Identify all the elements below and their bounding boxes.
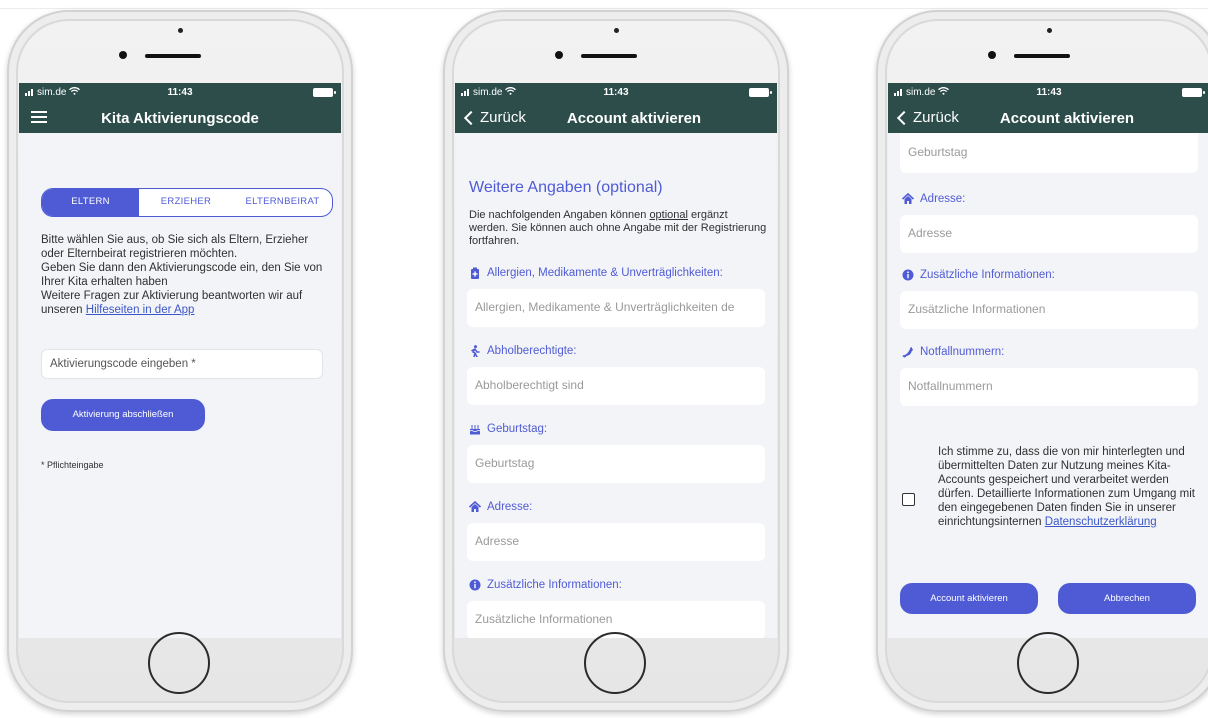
additional-info-label: Zusätzliche Informationen:: [902, 269, 1055, 281]
earpiece-speaker: [145, 54, 201, 58]
camera-icon: [1047, 28, 1052, 33]
field-label: Geburtstag:: [487, 423, 548, 435]
home-button[interactable]: [1017, 632, 1079, 694]
optional-description: Die nachfolgenden Angaben können optiona…: [469, 209, 769, 248]
field-label: Adresse:: [487, 501, 533, 513]
field-label: Abholberechtigte:: [487, 345, 577, 357]
pickup-input[interactable]: Abholberechtigt sind: [467, 367, 765, 405]
segment-eltern[interactable]: ELTERN: [42, 189, 139, 216]
finish-activation-button[interactable]: Aktivierung abschließen: [41, 399, 205, 431]
walking-person-icon: [471, 345, 480, 357]
activate-account-button[interactable]: Account aktivieren: [900, 583, 1038, 614]
allergies-input[interactable]: Allergien, Medikamente & Unverträglichke…: [467, 289, 765, 327]
clock: 11:43: [167, 87, 193, 98]
birthday-label: Geburtstag:: [469, 423, 547, 435]
clock: 11:43: [1036, 87, 1062, 98]
chevron-left-icon: [463, 110, 479, 125]
home-icon: [469, 501, 481, 512]
additional-info-input[interactable]: Zusätzliche Informationen: [900, 291, 1198, 329]
phone-screen: sim.de 11:43 Zurück Account aktivieren G…: [888, 83, 1208, 638]
page-title: Kita Aktivierungscode: [101, 109, 259, 127]
allergies-label: Allergien, Medikamente & Unverträglichke…: [469, 267, 723, 279]
nav-bar: Kita Aktivierungscode: [19, 103, 341, 133]
phone-frame: sim.de 11:43 Zurück Account aktivieren W…: [443, 10, 789, 712]
consent-checkbox[interactable]: [902, 493, 915, 506]
segment-elternbeirat[interactable]: ELTERNBEIRAT: [233, 189, 332, 216]
desc-optional: optional: [649, 209, 688, 221]
earpiece-speaker: [1014, 54, 1070, 58]
front-sensor: [988, 51, 996, 59]
address-input[interactable]: Adresse: [467, 523, 765, 561]
battery-icon: [1182, 88, 1205, 97]
instruction-line: Geben Sie dann den Aktivierungscode ein,…: [41, 262, 323, 288]
instructions-text: Bitte wählen Sie aus, ob Sie sich als El…: [41, 233, 333, 317]
birthday-input[interactable]: Geburtstag: [900, 133, 1198, 173]
battery-icon: [749, 88, 772, 97]
page-title: Account aktivieren: [566, 109, 702, 127]
desc-text: Die nachfolgenden Angaben können: [469, 209, 650, 221]
medical-kit-icon: [471, 267, 479, 279]
phone-icon: [902, 347, 913, 358]
role-segmented-control: ELTERN ERZIEHER ELTERNBEIRAT: [41, 188, 333, 217]
status-bar: sim.de 11:43: [888, 83, 1208, 103]
birthday-cake-icon: [469, 425, 481, 435]
phone-frame: sim.de 11:43 Zurück Account aktivieren G…: [876, 10, 1208, 712]
consent-text: Ich stimme zu, dass die von mir hinterle…: [938, 445, 1198, 529]
status-bar: sim.de 11:43: [455, 83, 777, 103]
home-button[interactable]: [584, 632, 646, 694]
camera-icon: [178, 28, 183, 33]
help-link[interactable]: Hilfeseiten in der App: [86, 304, 195, 316]
required-note: * Pflichteingabe: [41, 460, 104, 470]
camera-icon: [614, 28, 619, 33]
field-label: Notfallnummern:: [920, 346, 1005, 358]
front-sensor: [555, 51, 563, 59]
activation-code-input[interactable]: Aktivierungscode eingeben *: [41, 349, 323, 379]
clock: 11:43: [603, 87, 629, 98]
address-label: Adresse:: [469, 501, 532, 513]
front-sensor: [119, 51, 127, 59]
info-icon: [902, 269, 914, 281]
emergency-numbers-input[interactable]: Notfallnummern: [900, 368, 1198, 406]
cancel-button[interactable]: Abbrechen: [1058, 583, 1196, 614]
section-heading: Weitere Angaben (optional): [469, 179, 663, 196]
home-icon: [902, 193, 914, 204]
field-label: Adresse:: [920, 193, 966, 205]
segment-erzieher[interactable]: ERZIEHER: [139, 189, 233, 216]
nav-bar: Zurück Account aktivieren: [888, 103, 1208, 133]
chevron-left-icon: [896, 110, 912, 125]
address-input[interactable]: Adresse: [900, 215, 1198, 253]
address-label: Adresse:: [902, 193, 965, 205]
field-label: Allergien, Medikamente & Unverträglichke…: [487, 267, 723, 279]
field-label: Zusätzliche Informationen:: [487, 579, 622, 591]
status-bar: sim.de 11:43: [19, 83, 341, 103]
additional-info-label: Zusätzliche Informationen:: [469, 579, 622, 591]
birthday-input[interactable]: Geburtstag: [467, 445, 765, 483]
nav-bar: Zurück Account aktivieren: [455, 103, 777, 133]
emergency-numbers-label: Notfallnummern:: [902, 346, 1004, 358]
stage: sim.de 11:43 Kita Aktivierungscode ELTER…: [0, 0, 1208, 718]
battery-icon: [313, 88, 336, 97]
field-label: Zusätzliche Informationen:: [920, 269, 1055, 281]
home-button[interactable]: [148, 632, 210, 694]
earpiece-speaker: [581, 54, 637, 58]
phone-screen: sim.de 11:43 Kita Aktivierungscode ELTER…: [19, 83, 341, 638]
privacy-policy-link[interactable]: Datenschutzerklärung: [1045, 516, 1157, 528]
info-icon: [469, 579, 481, 591]
page-title: Account aktivieren: [999, 109, 1135, 127]
phone-frame: sim.de 11:43 Kita Aktivierungscode ELTER…: [7, 10, 353, 712]
instruction-line: Bitte wählen Sie aus, ob Sie sich als El…: [41, 234, 309, 260]
phone-screen: sim.de 11:43 Zurück Account aktivieren W…: [455, 83, 777, 638]
pickup-label: Abholberechtigte:: [469, 345, 577, 357]
